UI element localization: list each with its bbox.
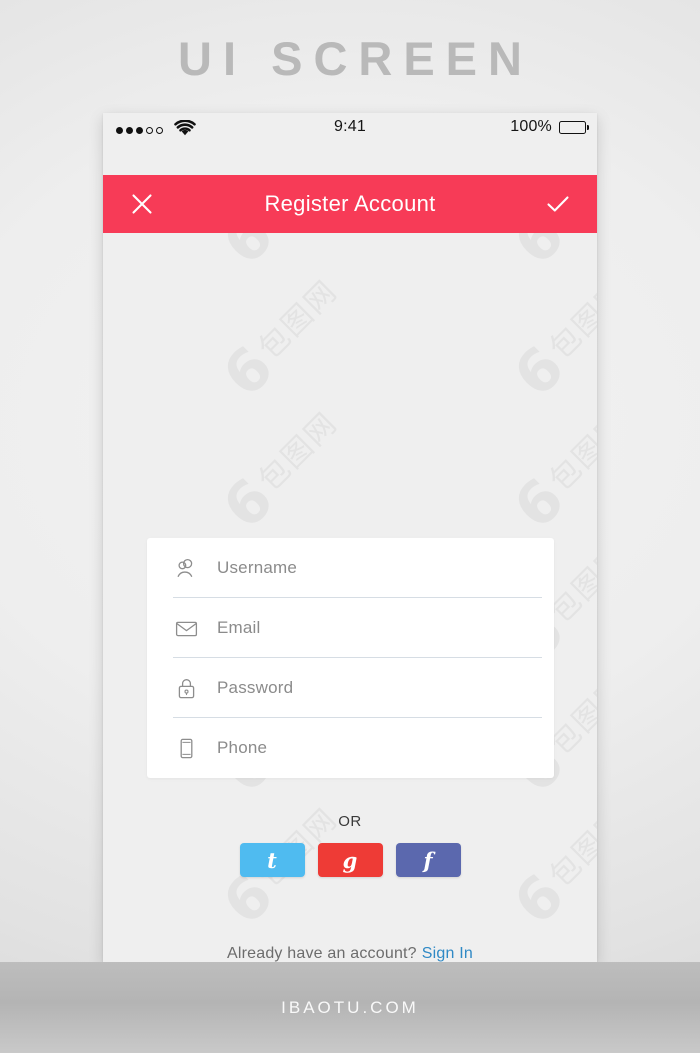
signin-prompt-text: Already have an account?: [226, 945, 417, 962]
field-password[interactable]: Password: [147, 658, 554, 718]
lock-icon: [173, 675, 199, 701]
social-button-google-label: g: [342, 847, 358, 873]
field-email[interactable]: Email: [147, 598, 554, 658]
user-icon: [173, 555, 199, 581]
social-button-google[interactable]: g: [317, 843, 383, 877]
social-button-twitter-label: t: [267, 847, 277, 873]
field-password-label: Password: [217, 678, 294, 697]
social-button-twitter[interactable]: t: [239, 843, 305, 877]
battery-percent: 100%: [510, 118, 552, 135]
sign-in-link[interactable]: Sign In: [422, 945, 473, 962]
screen-body: 6包图网 6包图网 6包图网 6包图网 6包图网 6包图网 6包图网 6包图网 …: [103, 233, 597, 962]
site-footer-bar: IBAOTU.COM: [0, 962, 700, 1053]
page-root: UI SCREEN 9:41 100% Register Account 6 6…: [0, 0, 700, 1053]
smartphone-icon: [173, 735, 199, 761]
status-bar: 9:41 100%: [103, 113, 597, 175]
signin-prompt-row: Already have an account? Sign In: [103, 945, 597, 962]
social-buttons: t g f: [103, 843, 597, 877]
page-title: UI SCREEN: [178, 32, 533, 85]
app-bar-title: Register Account: [264, 191, 436, 216]
social-button-facebook[interactable]: f: [395, 843, 461, 877]
close-icon[interactable]: [125, 187, 159, 221]
phone-mockup: 9:41 100% Register Account 6 6 6 包图网 6 包…: [103, 113, 597, 962]
field-phone[interactable]: Phone: [147, 718, 554, 778]
social-button-facebook-label: f: [423, 847, 433, 873]
field-phone-label: Phone: [217, 738, 268, 757]
field-username[interactable]: Username: [147, 538, 554, 598]
check-icon[interactable]: [541, 187, 575, 221]
field-email-label: Email: [217, 618, 261, 637]
field-username-label: Username: [217, 558, 298, 577]
app-bar: Register Account: [103, 175, 597, 233]
or-divider-label: OR: [338, 813, 362, 830]
status-bar-right: 100%: [510, 118, 590, 136]
battery-full-icon: [559, 120, 590, 134]
envelope-icon: [173, 615, 199, 641]
site-footer-label: IBAOTU.COM: [281, 997, 419, 1017]
registration-form-card: Username Email Password Phone: [147, 538, 554, 778]
